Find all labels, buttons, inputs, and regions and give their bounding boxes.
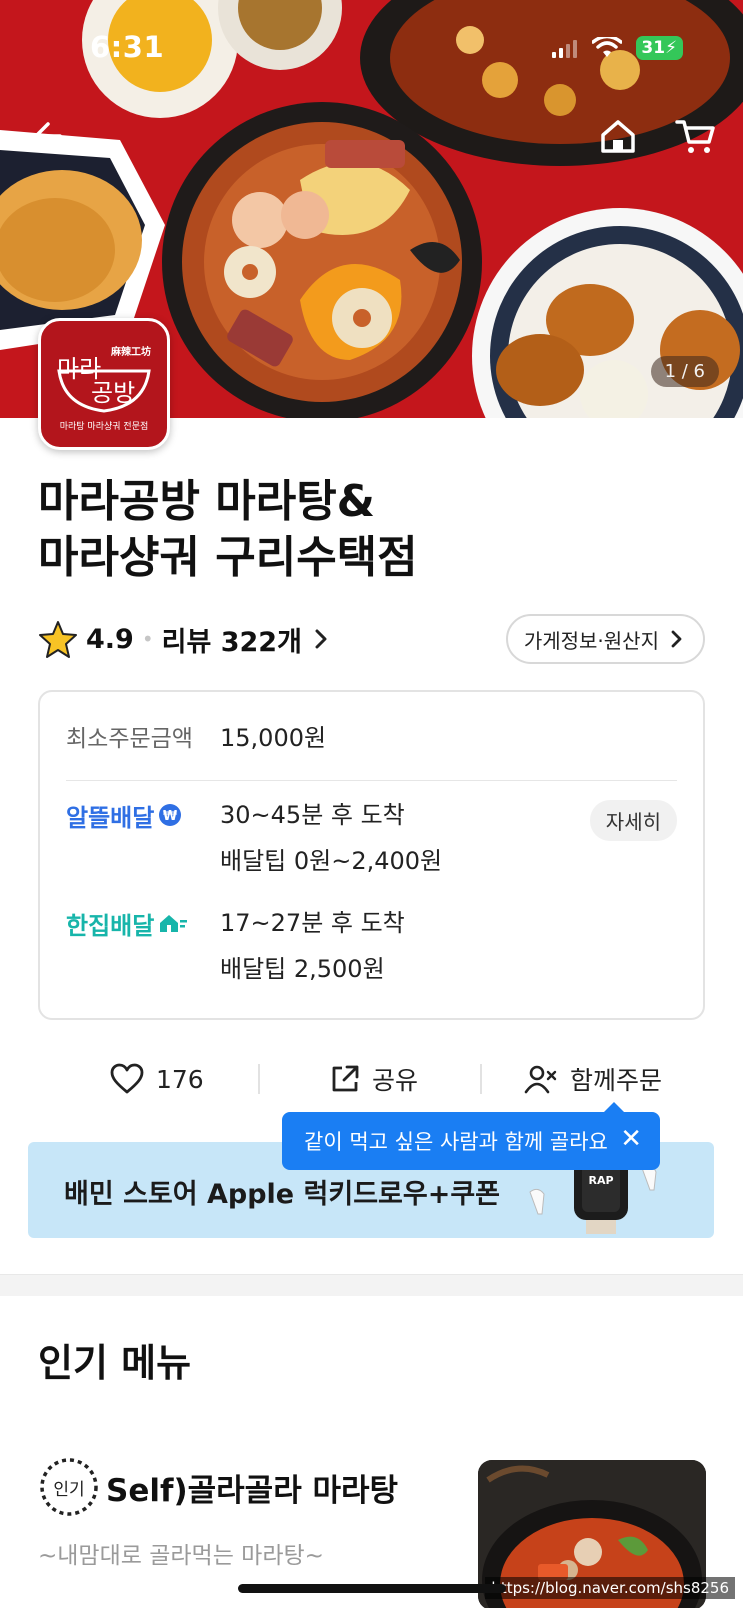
heart-icon	[110, 1063, 144, 1094]
delivery-option-name: 알뜰배달 ₩	[66, 798, 220, 832]
home-indicator	[238, 1584, 506, 1593]
single-delivery-label: 한집배달	[66, 911, 155, 940]
store-title: 마라공방 마라탕& 마라샹궈 구리수택점	[38, 474, 698, 586]
like-button[interactable]: 176	[110, 1054, 204, 1104]
share-label: 공유	[372, 1066, 419, 1095]
banner-text: 배민 스토어 Apple 럭키드로우+쿠폰	[64, 1179, 501, 1210]
group-order-button[interactable]: 함께주문	[524, 1054, 662, 1104]
home-button[interactable]	[594, 112, 642, 160]
delivery-tip: 배달팁 0원~2,400원	[220, 847, 443, 875]
menu-item-name: Self)골라골라 마라탕	[106, 1472, 399, 1509]
popular-badge: 인기	[38, 1456, 100, 1518]
share-button[interactable]: 공유	[330, 1054, 418, 1104]
cart-icon	[675, 120, 715, 153]
section-divider	[0, 1274, 743, 1296]
back-arrow-icon	[34, 122, 62, 150]
delivery-option-details: 17~27분 후 도착 배달팁 2,500원	[220, 906, 405, 998]
logo-tagline: 마라탕 마라샹궈 전문점	[59, 422, 149, 432]
won-badge-icon: ₩	[159, 804, 182, 826]
review-count: 리뷰 322개	[161, 626, 302, 658]
logo-name-bottom: 공방	[91, 379, 136, 407]
svg-text:RAP: RAP	[588, 1174, 613, 1187]
battery-level: 31	[641, 38, 666, 58]
delivery-tip: 배달팁 2,500원	[220, 955, 385, 983]
delivery-option-saver: 알뜰배달 ₩ 30~45분 후 도착 배달팁 0원~2,400원	[66, 798, 442, 890]
min-order-row: 최소주문금액 15,000원	[66, 718, 326, 753]
share-icon	[332, 1065, 359, 1092]
rating-score: 4.9	[86, 623, 134, 655]
popular-menu-title: 인기 메뉴	[38, 1341, 192, 1385]
blog-watermark: https://blog.naver.com/shs8256	[485, 1577, 735, 1599]
delivery-detail-button[interactable]: 자세히	[589, 800, 677, 841]
signal-icon	[552, 40, 578, 58]
min-order-value: 15,000원	[220, 724, 327, 752]
svg-text:₩: ₩	[163, 809, 178, 824]
store-title-line1: 마라공방 마라탕&	[38, 476, 376, 527]
menu-item[interactable]: 인기 Self)골라골라 마라탕	[38, 1456, 398, 1518]
wifi-icon	[592, 37, 623, 57]
status-bar: 6:31 31⚡	[0, 0, 743, 90]
delivery-time: 30~45분 후 도착	[220, 801, 405, 829]
min-order-label: 최소주문금액	[66, 725, 193, 752]
back-button[interactable]	[22, 112, 70, 160]
store-info-origin-button[interactable]: 가게정보·원산지	[505, 614, 705, 664]
delivery-option-name: 한집배달	[66, 906, 220, 940]
chevron-right-icon	[671, 630, 682, 648]
rating-separator: •	[141, 627, 154, 651]
close-icon[interactable]: ✕	[620, 1124, 642, 1154]
menu-item-description: ~내맘대로 골라먹는 마라탕~	[38, 1543, 324, 1569]
logo-hanzi: 麻辣工坊	[111, 347, 151, 358]
action-separator	[480, 1064, 482, 1094]
action-separator	[258, 1064, 260, 1094]
group-order-tooltip: 같이 먹고 싶은 사람과 함께 골라요 ✕	[282, 1102, 660, 1170]
cart-button[interactable]	[672, 112, 720, 160]
like-count: 176	[156, 1064, 204, 1094]
delivery-option-details: 30~45분 후 도착 배달팁 0원~2,400원	[220, 798, 442, 890]
delivery-info-card: 최소주문금액 15,000원 알뜰배달 ₩ 30~45분 후 도착 배달팁 0원…	[38, 690, 705, 1020]
action-row: 176 공유 함께주문	[0, 1054, 743, 1104]
store-title-line2: 마라샹궈 구리수택점	[38, 532, 418, 583]
chevron-right-icon	[315, 629, 327, 649]
house-fast-icon	[160, 915, 188, 932]
home-icon	[601, 120, 635, 153]
tooltip-text: 같이 먹고 싶은 사람과 함께 골라요	[304, 1130, 608, 1154]
popular-badge-label: 인기	[53, 1480, 85, 1500]
battery-indicator: 31⚡	[636, 36, 683, 60]
store-info-label: 가게정보·원산지	[523, 628, 659, 653]
status-time: 6:31	[90, 30, 165, 64]
group-order-icon	[524, 1065, 557, 1094]
store-logo: 麻辣工坊 마라 공방 마라탕 마라샹궈 전문점	[38, 318, 170, 450]
delivery-time: 17~27분 후 도착	[220, 909, 405, 937]
status-icons: 31⚡	[552, 36, 683, 60]
group-order-label: 함께주문	[570, 1066, 663, 1095]
star-icon	[39, 621, 77, 658]
saver-delivery-label: 알뜰배달	[66, 803, 155, 832]
rating-review-link[interactable]: 4.9 • 리뷰 322개	[38, 614, 334, 664]
image-page-counter: 1 / 6	[650, 356, 719, 387]
card-divider	[66, 780, 677, 781]
delivery-option-single: 한집배달 17~27분 후 도착 배달팁 2,500원	[66, 906, 405, 998]
